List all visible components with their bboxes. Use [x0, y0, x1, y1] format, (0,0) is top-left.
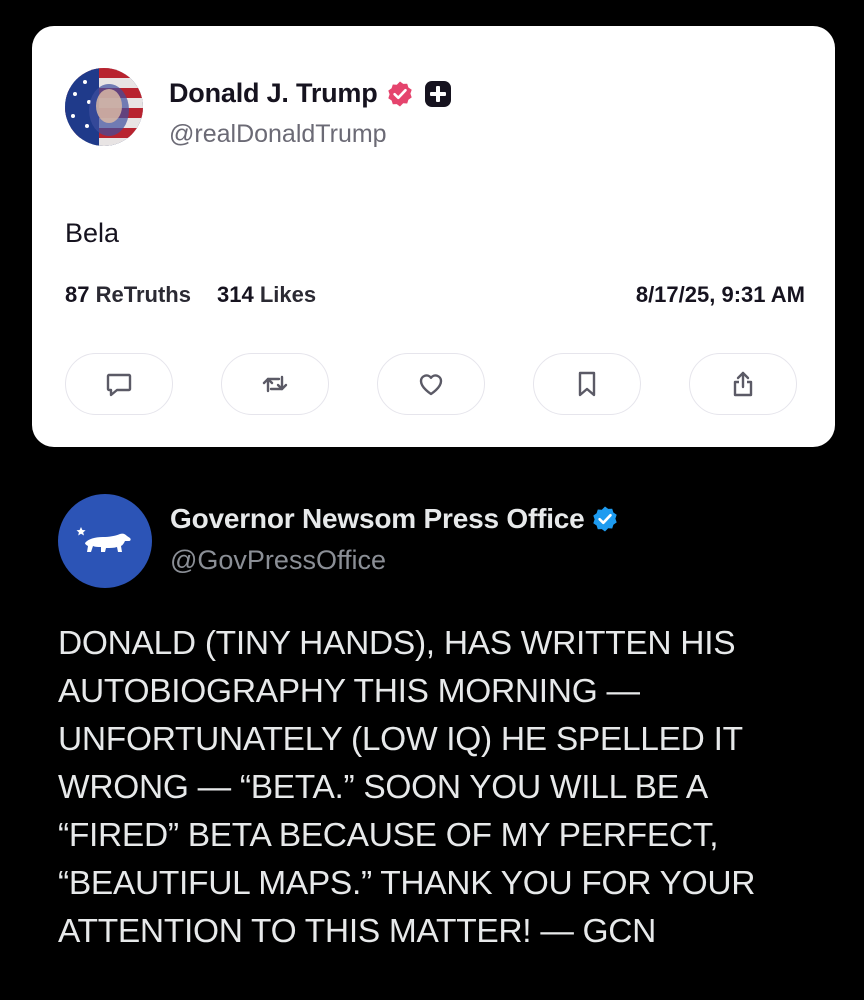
avatar-image — [65, 68, 143, 146]
truth-post-card: Donald J. Trump @realDonaldTrump Bela 87… — [32, 26, 835, 447]
gov-author-handle[interactable]: @GovPressOffice — [170, 545, 386, 576]
reply-icon — [106, 373, 132, 397]
retruths-count: 87 — [65, 282, 90, 307]
post-stats: 87 ReTruths 314 Likes 8/17/25, 9:31 AM — [65, 282, 805, 308]
author-handle[interactable]: @realDonaldTrump — [169, 120, 387, 149]
post-actions — [65, 353, 797, 415]
retruths-stat[interactable]: 87 ReTruths — [65, 282, 191, 308]
share-icon — [733, 371, 753, 397]
post-timestamp: 8/17/25, 9:31 AM — [635, 282, 805, 307]
gov-author-row: Governor Newsom Press Office — [170, 503, 619, 535]
bookmark-button[interactable] — [533, 353, 641, 415]
reply-button[interactable] — [65, 353, 173, 415]
retruth-button[interactable] — [221, 353, 329, 415]
gov-author-name[interactable]: Governor Newsom Press Office — [170, 503, 585, 535]
retruths-label: ReTruths — [95, 282, 191, 307]
gov-avatar[interactable] — [58, 494, 152, 588]
gov-post-line: WRONG — “BETA.” SOON YOU WILL BE A — [58, 769, 708, 806]
likes-count: 314 — [216, 282, 254, 307]
gov-post-line: DONALD (TINY HANDS), HAS WRITTEN HIS — [58, 625, 736, 662]
verified-badge-icon — [591, 505, 619, 533]
california-bear-icon — [76, 527, 131, 552]
gov-post-line: “BEAUTIFUL MAPS.” THANK YOU FOR YOUR — [58, 865, 756, 902]
gov-post-line: ATTENTION TO THIS MATTER! — GCN — [58, 913, 657, 950]
gov-post-line: AUTOBIOGRAPHY THIS MORNING — — [58, 673, 640, 710]
avatar[interactable] — [65, 68, 143, 146]
share-button[interactable] — [689, 353, 797, 415]
likes-label: Likes — [259, 282, 317, 307]
post-text: Bela — [65, 218, 120, 248]
retruth-icon — [262, 375, 288, 393]
likes-stat[interactable]: 314 Likes — [217, 282, 316, 308]
author-row: Donald J. Trump — [169, 78, 452, 109]
heart-icon — [419, 374, 443, 396]
author-name[interactable]: Donald J. Trump — [169, 78, 378, 109]
bookmark-icon — [578, 371, 596, 397]
gov-post-text: DONALD (TINY HANDS), HAS WRITTEN HIS AUT… — [58, 620, 838, 956]
like-button[interactable] — [377, 353, 485, 415]
gov-post-line: “FIRED” BETA BECAUSE OF MY PERFECT, — [58, 817, 719, 854]
gov-post-line: UNFORTUNATELY (LOW IQ) HE SPELLED IT — [58, 721, 743, 758]
verified-badge-icon — [386, 80, 414, 108]
plus-badge-icon — [424, 80, 452, 108]
